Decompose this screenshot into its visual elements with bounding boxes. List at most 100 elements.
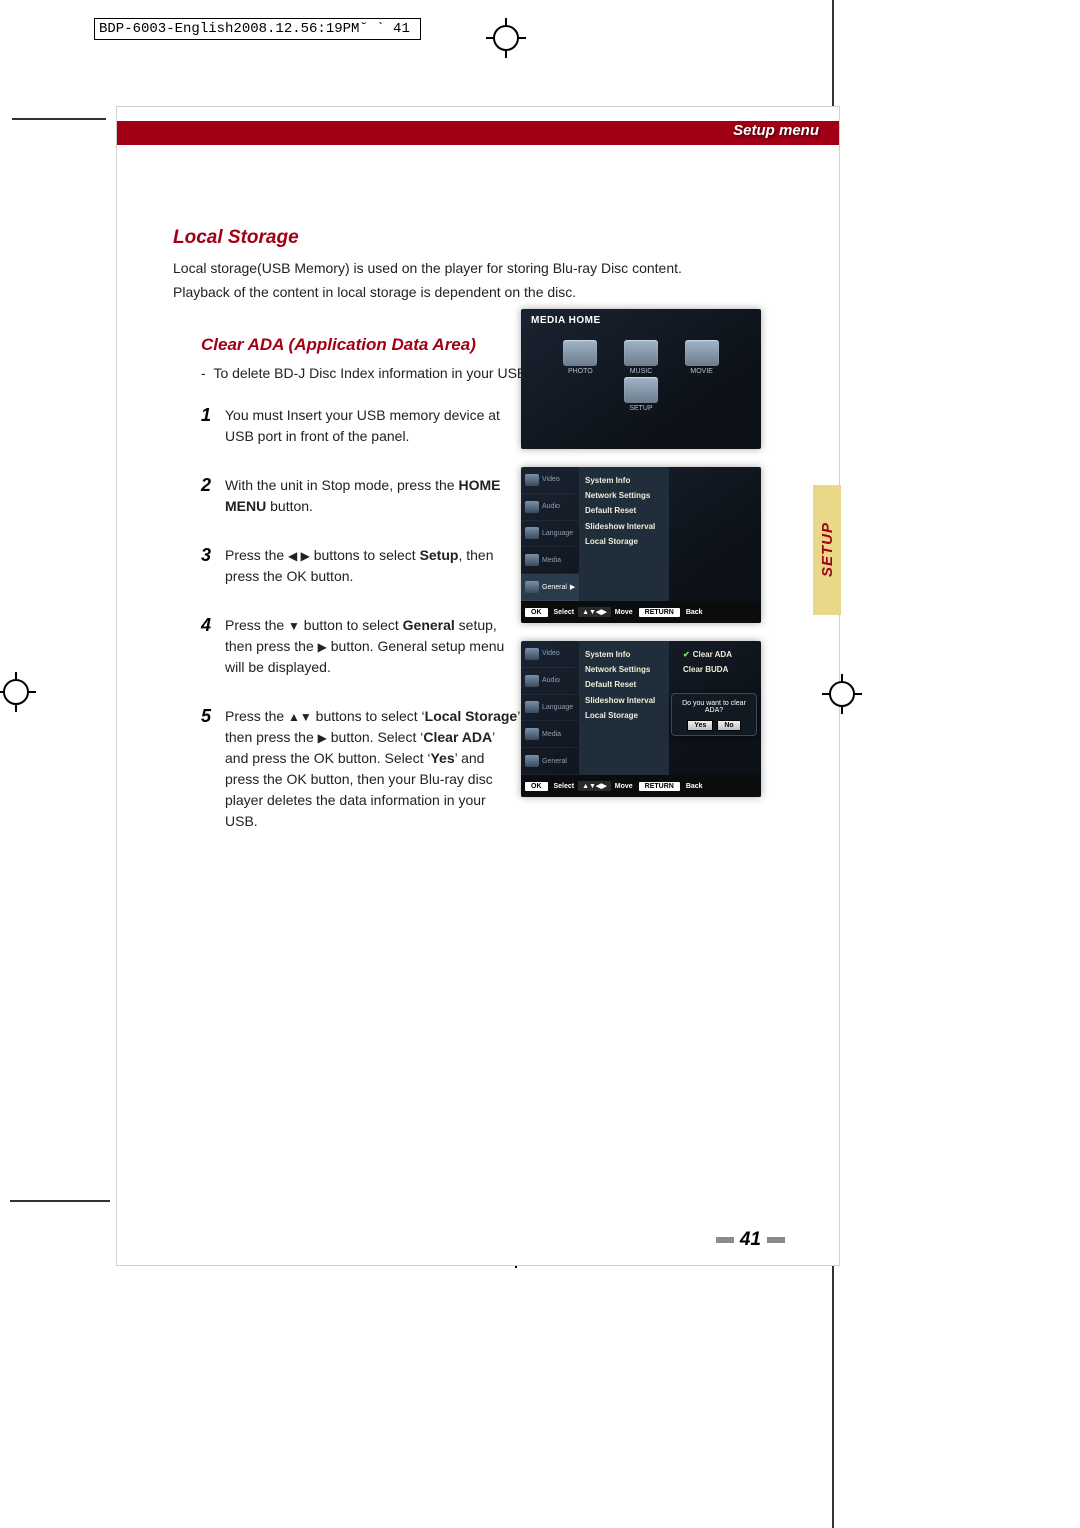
audio-icon [525, 675, 539, 687]
menu-options: System Info Network Settings Default Res… [579, 467, 669, 601]
footer-label: Move [615, 609, 633, 616]
menu-option: Local Storage [585, 708, 663, 723]
ok-pill: OK [525, 782, 548, 791]
media-cell-music: MUSIC [624, 340, 658, 375]
general-icon [525, 755, 539, 767]
steps-list: 1 You must Insert your USB memory device… [201, 405, 521, 832]
menu-option: System Info [585, 473, 663, 488]
sidebar-item-video: Video [521, 641, 579, 668]
step-3: 3 Press the ◀ ▶ buttons to select Setup,… [201, 545, 521, 587]
chevron-right-icon: ▶ [570, 583, 575, 591]
registration-mark [486, 18, 526, 58]
intro-paragraph: Local storage(USB Memory) is used on the… [173, 257, 793, 305]
return-pill: RETURN [639, 782, 680, 791]
dialog-message: Do you want to clear ADA? [674, 700, 754, 714]
footer-label: Select [554, 783, 575, 790]
breadcrumb-bar [117, 121, 839, 145]
menu-sidebar: Video Audio Language Media General ▶ [521, 467, 579, 601]
nav-down-icon: ▼ [288, 617, 300, 635]
cell-label: PHOTO [563, 368, 597, 375]
registration-mark [822, 674, 862, 714]
section-title: Local Storage [173, 227, 793, 249]
menu-option: Local Storage [585, 534, 663, 549]
intro-line: Local storage(USB Memory) is used on the… [173, 257, 793, 281]
cell-label: MOVIE [685, 368, 719, 375]
move-icons: ▲▼◀▶ [578, 781, 611, 791]
sidebar-item-audio: Audio [521, 668, 579, 695]
screenshot-title: MEDIA HOME [531, 315, 751, 326]
media-cell-movie: MOVIE [685, 340, 719, 375]
language-icon [525, 701, 539, 713]
ok-pill: OK [525, 608, 548, 617]
manual-page: Setup menu SETUP Local Storage Local sto… [116, 106, 840, 1266]
nav-up-down-icon: ▲▼ [288, 708, 312, 726]
step-number: 4 [201, 615, 225, 678]
video-icon [525, 648, 539, 660]
sidebar-item-media: Media [521, 547, 579, 574]
cell-label: SETUP [624, 405, 658, 412]
menu-option: Network Settings [585, 488, 663, 503]
nav-right-icon: ▶ [318, 729, 327, 747]
audio-icon [525, 501, 539, 513]
screenshot-clear-ada: Video Audio Language Media General Syste… [521, 641, 761, 797]
video-icon [525, 474, 539, 486]
crop-mark [10, 1200, 110, 1202]
setup-icon [624, 377, 658, 403]
check-icon: ✔ [683, 650, 690, 659]
footer-label: Select [554, 609, 575, 616]
media-icon [525, 554, 539, 566]
breadcrumb: Setup menu [733, 122, 819, 139]
sidebar-item-general: General [521, 748, 579, 775]
step-number: 3 [201, 545, 225, 587]
registration-mark [0, 672, 36, 712]
photo-icon [563, 340, 597, 366]
step-5: 5 Press the ▲▼ buttons to select ‘Local … [201, 706, 521, 832]
sidebar-item-media: Media [521, 721, 579, 748]
step-text: You must Insert your USB memory device a… [225, 405, 521, 447]
footer-label: Back [686, 609, 703, 616]
nav-right-icon: ▶ [318, 638, 327, 656]
footer-label: Back [686, 783, 703, 790]
media-icon [525, 728, 539, 740]
music-icon [624, 340, 658, 366]
step-text: Press the ▼ button to select General set… [225, 615, 521, 678]
step-1: 1 You must Insert your USB memory device… [201, 405, 521, 447]
sidebar-item-video: Video [521, 467, 579, 494]
no-button[interactable]: No [717, 720, 740, 731]
screenshots-column: MEDIA HOME PHOTO MUSIC MOVIE SETUP Video… [521, 309, 761, 815]
language-icon [525, 527, 539, 539]
screenshot-footer: OK Select ▲▼◀▶ Move RETURN Back [521, 775, 761, 797]
step-number: 2 [201, 475, 225, 517]
move-icons: ▲▼◀▶ [578, 607, 611, 617]
general-icon [525, 581, 539, 593]
sidebar-item-audio: Audio [521, 494, 579, 521]
sidebar-item-language: Language [521, 521, 579, 548]
crop-mark [832, 0, 834, 110]
print-header: BDP-6003-English2008.12.56:19PM˘ ` 41 [94, 18, 421, 40]
yes-button[interactable]: Yes [687, 720, 713, 731]
confirm-dialog: Do you want to clear ADA? Yes No [671, 693, 757, 736]
return-pill: RETURN [639, 608, 680, 617]
action-clear-buda: Clear BUDA [683, 662, 757, 677]
step-4: 4 Press the ▼ button to select General s… [201, 615, 521, 678]
menu-option: Default Reset [585, 677, 663, 692]
cell-label: MUSIC [624, 368, 658, 375]
menu-option: Slideshow Interval [585, 519, 663, 534]
step-number: 5 [201, 706, 225, 832]
menu-option: Default Reset [585, 503, 663, 518]
intro-line: Playback of the content in local storage… [173, 281, 793, 305]
step-2: 2 With the unit in Stop mode, press the … [201, 475, 521, 517]
crop-mark [12, 118, 106, 120]
step-text: Press the ◀ ▶ buttons to select Setup, t… [225, 545, 521, 587]
nav-left-right-icon: ◀ ▶ [288, 547, 310, 565]
menu-option: Slideshow Interval [585, 693, 663, 708]
action-clear-ada: ✔Clear ADA [683, 647, 757, 662]
movie-icon [685, 340, 719, 366]
screenshot-media-home: MEDIA HOME PHOTO MUSIC MOVIE SETUP [521, 309, 761, 449]
media-cell-setup: SETUP [624, 377, 658, 412]
menu-option: System Info [585, 647, 663, 662]
footer-label: Move [615, 783, 633, 790]
sidebar-item-general: General ▶ [521, 574, 579, 601]
screenshot-footer: OK Select ▲▼◀▶ Move RETURN Back [521, 601, 761, 623]
menu-sidebar: Video Audio Language Media General [521, 641, 579, 775]
